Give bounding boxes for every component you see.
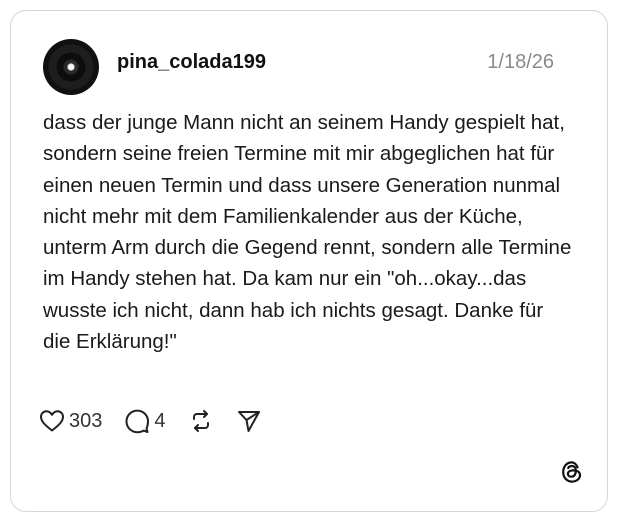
post-date: 1/18/26 <box>487 51 554 73</box>
repost-arrows-icon <box>192 410 209 432</box>
like-count: 303 <box>69 409 103 432</box>
username[interactable]: pina_colada199 <box>117 51 266 74</box>
send-icon <box>237 411 260 432</box>
reply-count: 4 <box>154 409 166 432</box>
post-card: pina_colada199 1/18/26 dass der junge Ma… <box>10 10 608 512</box>
reply-button[interactable]: 4 <box>124 408 166 434</box>
heart-icon <box>40 410 64 432</box>
repost-button[interactable] <box>188 408 214 434</box>
action-bar: 303 4 <box>39 407 284 435</box>
avatar[interactable] <box>43 39 99 95</box>
like-button[interactable]: 303 <box>39 409 102 433</box>
share-button[interactable] <box>236 408 262 434</box>
post-text: dass der junge Mann nicht an seinem Hand… <box>43 111 572 354</box>
speech-bubble-icon <box>125 409 150 434</box>
threads-logo-icon[interactable] <box>559 459 585 485</box>
